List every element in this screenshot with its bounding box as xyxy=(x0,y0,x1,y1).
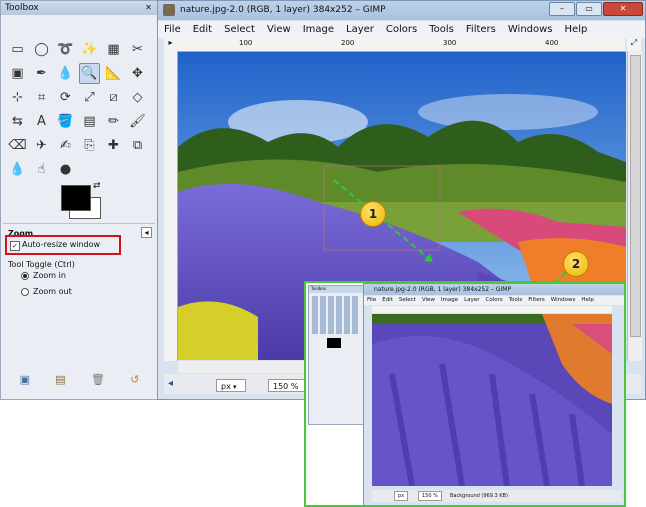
callout-badge-1: 1 xyxy=(360,201,386,227)
inset-menu-edit: Edit xyxy=(382,297,393,303)
inset-menu-image: Image xyxy=(440,297,459,303)
inset-menu-windows: Windows xyxy=(550,297,576,303)
inset-menu-colors: Colors xyxy=(485,297,503,303)
inset-menubar: File Edit Select View Image Layer Colors Tools F… xyxy=(364,296,624,305)
inset-window-title: nature.jpg-2.0 (RGB, 1 layer) 384x252 – … xyxy=(364,284,624,295)
inset-menu-select: Select xyxy=(398,297,416,303)
inset-zoom: 150 % xyxy=(418,491,442,501)
inset-zoomed-photo xyxy=(372,314,612,486)
inset-toolbox: Toolbox xyxy=(308,285,364,425)
inset-screenshot: Toolbox nature.jpg-2.0 (RGB, 1 layer) 38… xyxy=(304,281,626,507)
inset-menu-view: View xyxy=(421,297,435,303)
inset-menu-help: Help xyxy=(581,297,594,303)
inset-statusbar: px 150 % Background (969.3 KB) xyxy=(372,490,622,502)
inset-menu-filters: Filters xyxy=(528,297,545,303)
inset-menu-tools: Tools xyxy=(508,297,523,303)
inset-ruler xyxy=(372,306,612,313)
callout-badge-2: 2 xyxy=(563,251,589,277)
arrow-1-head xyxy=(424,254,433,262)
inset-status: Background (969.3 KB) xyxy=(450,493,508,499)
inset-menu-layer: Layer xyxy=(464,297,480,303)
inset-canvas xyxy=(372,314,612,486)
inset-tool-grid xyxy=(312,296,360,334)
inset-unit: px xyxy=(394,491,409,501)
inset-menu-file: File xyxy=(367,297,377,303)
inset-toolbox-title: Toolbox xyxy=(309,286,363,293)
inset-gimp-window: nature.jpg-2.0 (RGB, 1 layer) 384x252 – … xyxy=(363,283,624,505)
inset-fg-swatch xyxy=(327,338,341,348)
